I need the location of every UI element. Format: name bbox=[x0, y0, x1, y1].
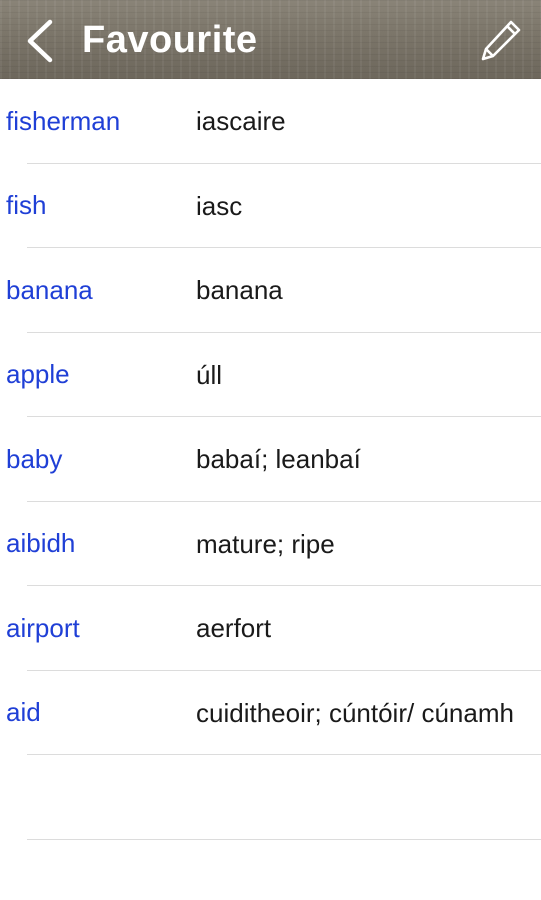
entry-translation: mature; ripe bbox=[196, 528, 335, 559]
list-item[interactable]: fish iasc bbox=[0, 164, 541, 249]
list-item[interactable]: aid cuiditheoir; cúntóir/ cúnamh bbox=[0, 671, 541, 756]
back-button[interactable] bbox=[22, 18, 62, 64]
entry-translation: iasc bbox=[196, 190, 243, 221]
entry-translation: cuiditheoir; cúntóir/ cúnamh bbox=[196, 697, 514, 728]
list-item[interactable]: banana banana bbox=[0, 248, 541, 333]
entry-translation: iascaire bbox=[196, 106, 286, 137]
nav-bar: Favourite bbox=[0, 0, 541, 79]
list-item[interactable]: airport aerfort bbox=[0, 586, 541, 671]
entry-translation: banana bbox=[196, 275, 283, 306]
entry-word: aibidh bbox=[6, 528, 76, 559]
entry-word: airport bbox=[6, 612, 80, 643]
empty-list-row bbox=[0, 755, 541, 840]
list-item[interactable]: apple úll bbox=[0, 333, 541, 418]
favourites-list: fisherman iascaire fish iasc banana bana… bbox=[0, 79, 541, 840]
entry-word: apple bbox=[6, 359, 70, 390]
entry-word: baby bbox=[6, 443, 63, 474]
entry-word: fish bbox=[6, 190, 47, 221]
pencil-icon bbox=[481, 20, 521, 61]
entry-translation: babaí; leanbaí bbox=[196, 444, 361, 475]
page-title: Favourite bbox=[82, 19, 258, 61]
list-item[interactable]: aibidh mature; ripe bbox=[0, 502, 541, 587]
entry-word: aid bbox=[6, 697, 41, 728]
chevron-left-icon bbox=[27, 19, 53, 63]
list-item[interactable]: fisherman iascaire bbox=[0, 79, 541, 164]
list-item[interactable]: baby babaí; leanbaí bbox=[0, 417, 541, 502]
entry-translation: aerfort bbox=[196, 613, 272, 644]
edit-button[interactable] bbox=[477, 16, 525, 64]
entry-translation: úll bbox=[196, 359, 223, 390]
entry-word: banana bbox=[6, 274, 93, 305]
entry-word: fisherman bbox=[6, 105, 121, 136]
